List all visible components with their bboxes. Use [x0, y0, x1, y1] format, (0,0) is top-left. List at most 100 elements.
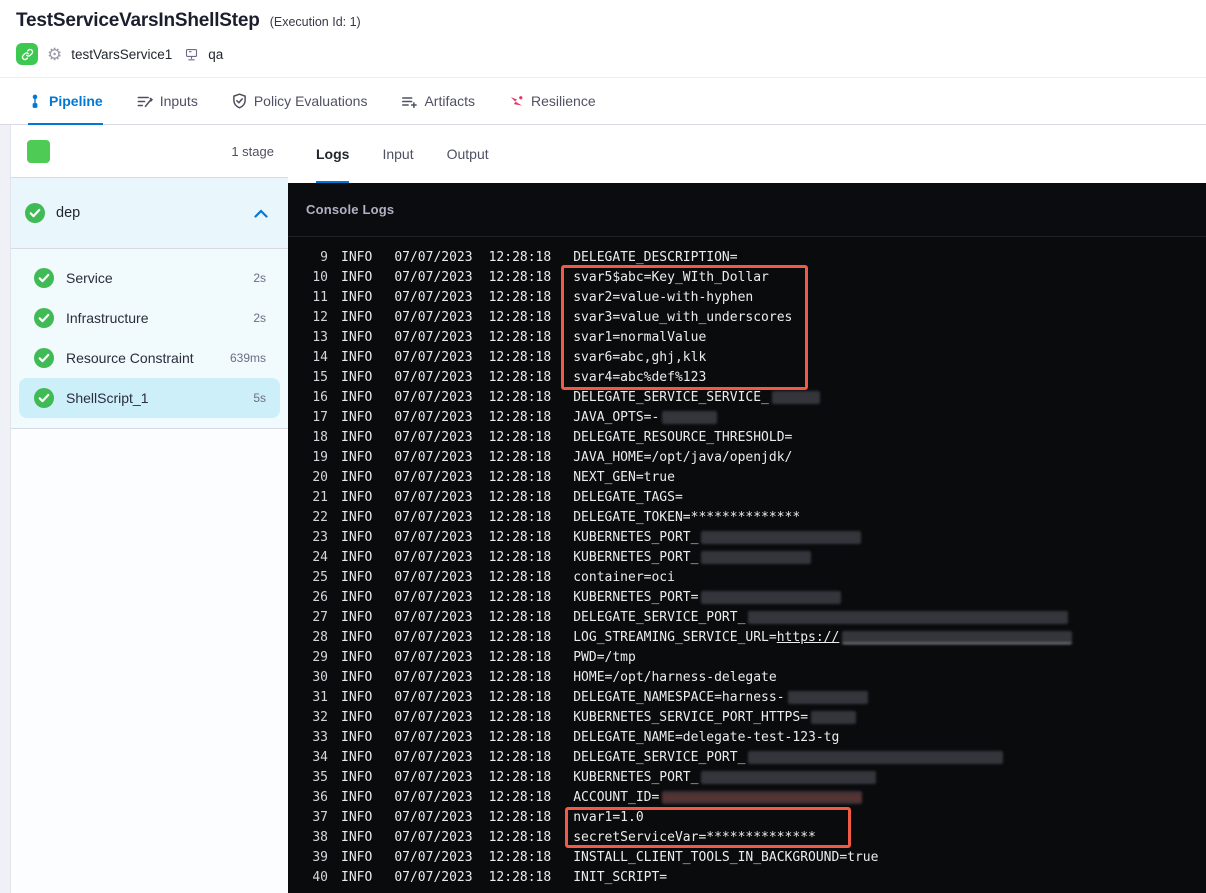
- log-line: 24 INFO 07/07/2023 12:28:18 KUBERNETES_PORT_: [288, 547, 1206, 567]
- log-date: 07/07/2023: [394, 789, 473, 805]
- log-message: ACCOUNT_ID=: [573, 789, 863, 805]
- log-text: nvar1=1.0: [573, 809, 644, 825]
- log-text: JAVA_HOME=/opt/java/openjdk/: [573, 449, 793, 465]
- check-circle-icon: [34, 268, 54, 288]
- log-message: secretServiceVar=**************: [573, 830, 816, 845]
- resilience-icon: [509, 94, 524, 109]
- log-text: svar2=value-with-hyphen: [573, 289, 754, 305]
- sidebar-step-service[interactable]: Service 2s: [19, 258, 280, 298]
- log-text: svar5$abc=Key_WIth_Dollar: [573, 269, 769, 285]
- log-line-number: 26: [312, 589, 328, 605]
- log-date: 07/07/2023: [394, 589, 473, 605]
- environment-name: qa: [208, 46, 224, 62]
- sidebar-step-resource-constraint[interactable]: Resource Constraint 639ms: [19, 338, 280, 378]
- log-line: 19 INFO 07/07/2023 12:28:18 JAVA_HOME=/opt/j…: [288, 447, 1206, 467]
- chevron-up-icon[interactable]: [254, 208, 268, 218]
- log-message: DELEGATE_RESOURCE_THRESHOLD=: [573, 430, 792, 445]
- log-text: DELEGATE_TOKEN=**************: [573, 509, 801, 525]
- log-time: 12:28:18: [488, 289, 552, 305]
- tab-input[interactable]: Input: [382, 125, 413, 183]
- console-log-list[interactable]: 9 INFO 07/07/2023 12:28:18 DELEGATE_DESCRIPT…: [288, 237, 1206, 893]
- log-line: 13 INFO 07/07/2023 12:28:18 svar1=normalValu…: [288, 327, 1206, 347]
- tab-policy-evaluations[interactable]: Policy Evaluations: [232, 78, 367, 124]
- log-level: INFO: [341, 309, 373, 325]
- log-line-number: 25: [312, 569, 328, 585]
- log-level: INFO: [341, 389, 373, 405]
- log-time: 12:28:18: [488, 349, 552, 365]
- log-text: KUBERNETES_PORT_: [573, 769, 699, 785]
- tab-pipeline[interactable]: Pipeline: [28, 78, 103, 125]
- sidebar-step-infrastructure[interactable]: Infrastructure 2s: [19, 298, 280, 338]
- log-line-number: 34: [312, 749, 328, 765]
- log-level: INFO: [341, 429, 373, 445]
- log-message: DELEGATE_SERVICE_PORT_: [573, 610, 1069, 625]
- log-line-number: 9: [320, 249, 328, 265]
- log-link[interactable]: https://: [777, 630, 840, 645]
- log-line: 30 INFO 07/07/2023 12:28:18 HOME=/opt/harnes…: [288, 667, 1206, 687]
- log-message: DELEGATE_TAGS=: [573, 490, 683, 505]
- log-text: KUBERNETES_PORT_: [573, 549, 699, 565]
- step-duration: 2s: [253, 271, 266, 285]
- log-date: 07/07/2023: [394, 849, 473, 865]
- log-message: LOG_STREAMING_SERVICE_URL= https://: [573, 630, 1073, 645]
- log-date: 07/07/2023: [394, 809, 473, 825]
- tab-logs[interactable]: Logs: [316, 125, 350, 183]
- log-text: svar4=abc%def%123: [573, 369, 707, 385]
- log-time: 12:28:18: [488, 849, 552, 865]
- log-line-number: 22: [312, 509, 328, 525]
- page-title: TestServiceVarsInShellStep: [16, 10, 260, 31]
- log-text: DELEGATE_DESCRIPTION=: [573, 249, 738, 265]
- log-time: 12:28:18: [488, 469, 552, 485]
- redacted-text: [701, 530, 862, 544]
- log-date: 07/07/2023: [394, 249, 473, 265]
- log-level: INFO: [341, 669, 373, 685]
- log-level: INFO: [341, 329, 373, 345]
- redacted-text: [701, 550, 812, 564]
- log-line: 20 INFO 07/07/2023 12:28:18 NEXT_GEN=true: [288, 467, 1206, 487]
- shield-check-icon: [232, 93, 247, 109]
- log-line: 39 INFO 07/07/2023 12:28:18 INSTALL_CLIENT_T…: [288, 847, 1206, 867]
- log-level: INFO: [341, 689, 373, 705]
- log-date: 07/07/2023: [394, 829, 473, 845]
- log-message: svar3=value_with_underscores: [573, 310, 792, 325]
- log-level: INFO: [341, 589, 373, 605]
- log-date: 07/07/2023: [394, 349, 473, 365]
- stage-group-dep[interactable]: dep: [11, 178, 288, 249]
- log-message: DELEGATE_TOKEN=**************: [573, 510, 800, 525]
- log-time: 12:28:18: [488, 269, 552, 285]
- log-level: INFO: [341, 829, 373, 845]
- sidebar-step-shellscript-1[interactable]: ShellScript_1 5s: [19, 378, 280, 418]
- tab-artifacts[interactable]: Artifacts: [401, 78, 475, 124]
- log-time: 12:28:18: [488, 729, 552, 745]
- log-text: JAVA_OPTS=-: [573, 409, 660, 425]
- log-line-number: 13: [312, 329, 328, 345]
- log-text: ACCOUNT_ID=: [573, 789, 660, 805]
- pipeline-icon: [28, 94, 42, 109]
- log-message: KUBERNETES_PORT_: [573, 530, 862, 545]
- log-time: 12:28:18: [488, 429, 552, 445]
- step-label: Service: [66, 270, 113, 286]
- log-date: 07/07/2023: [394, 549, 473, 565]
- console-header[interactable]: Console Logs: [288, 183, 1206, 237]
- log-time: 12:28:18: [488, 869, 552, 885]
- log-message: DELEGATE_DESCRIPTION=: [573, 250, 737, 265]
- log-line-number: 30: [312, 669, 328, 685]
- tab-inputs[interactable]: Inputs: [137, 78, 198, 124]
- log-text: svar3=value_with_underscores: [573, 309, 793, 325]
- log-level: INFO: [341, 749, 373, 765]
- log-message: container=oci: [573, 570, 675, 585]
- tab-resilience[interactable]: Resilience: [509, 78, 596, 124]
- stage-group-label: dep: [56, 205, 81, 221]
- log-level: INFO: [341, 629, 373, 645]
- tab-label: Pipeline: [49, 93, 103, 109]
- log-message: KUBERNETES_SERVICE_PORT_HTTPS=: [573, 710, 857, 725]
- log-line: 28 INFO 07/07/2023 12:28:18 LOG_STREAMING_SE…: [288, 627, 1206, 647]
- log-text: PWD=/tmp: [573, 649, 636, 665]
- redacted-text: [701, 590, 842, 604]
- log-time: 12:28:18: [488, 569, 552, 585]
- log-level: INFO: [341, 609, 373, 625]
- log-line: 23 INFO 07/07/2023 12:28:18 KUBERNETES_PORT_: [288, 527, 1206, 547]
- tab-output[interactable]: Output: [447, 125, 489, 183]
- log-line-number: 33: [312, 729, 328, 745]
- check-circle-icon: [25, 203, 45, 223]
